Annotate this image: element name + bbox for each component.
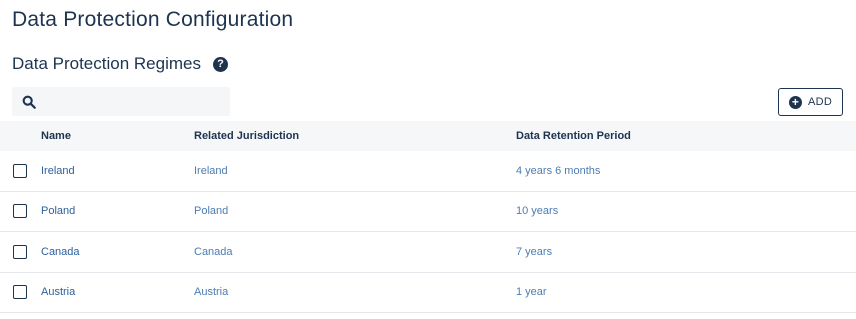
search-bar xyxy=(12,87,230,116)
search-input[interactable] xyxy=(44,89,224,114)
row-checkbox[interactable] xyxy=(13,244,27,259)
row-checkbox[interactable] xyxy=(13,163,27,178)
cell-name[interactable]: Ireland xyxy=(41,165,75,177)
cell-jurisdiction: Poland xyxy=(194,205,229,218)
table-header: Name Related Jurisdiction Data Retention… xyxy=(0,121,856,151)
page-title: Data Protection Configuration xyxy=(12,8,294,31)
cell-jurisdiction: Austria xyxy=(194,286,229,299)
column-header-name[interactable]: Name xyxy=(41,130,71,142)
search-icon xyxy=(22,95,36,109)
help-icon[interactable]: ? xyxy=(212,56,228,72)
column-header-retention[interactable]: Data Retention Period xyxy=(516,130,631,142)
add-button-label: ADD xyxy=(807,96,833,108)
table-row[interactable]: Canada Canada 7 years xyxy=(0,232,856,273)
table-row[interactable]: Poland Poland 10 years xyxy=(0,192,856,232)
cell-name[interactable]: Austria xyxy=(41,286,75,298)
cell-retention: 4 years 6 months xyxy=(516,164,601,177)
table-row[interactable]: Austria Austria 1 year xyxy=(0,273,856,313)
regimes-table: Name Related Jurisdiction Data Retention… xyxy=(0,121,856,313)
cell-name[interactable]: Poland xyxy=(41,205,75,217)
cell-jurisdiction: Canada xyxy=(194,245,233,258)
cell-jurisdiction: Ireland xyxy=(194,164,228,177)
table-row[interactable]: Ireland Ireland 4 years 6 months xyxy=(0,151,856,192)
cell-retention: 10 years xyxy=(516,205,559,218)
add-button[interactable]: + ADD xyxy=(778,88,843,116)
column-header-jurisdiction[interactable]: Related Jurisdiction xyxy=(194,130,299,142)
row-checkbox[interactable] xyxy=(13,285,27,300)
data-protection-page: Data Protection Configuration Data Prote… xyxy=(0,0,856,319)
cell-retention: 1 year xyxy=(516,286,547,299)
section-title: Data Protection Regimes xyxy=(12,54,201,73)
section-header: Data Protection Regimes ? xyxy=(12,54,228,74)
plus-circle-icon: + xyxy=(788,95,802,109)
row-checkbox[interactable] xyxy=(13,204,27,219)
cell-retention: 7 years xyxy=(516,245,553,258)
cell-name[interactable]: Canada xyxy=(41,246,80,258)
